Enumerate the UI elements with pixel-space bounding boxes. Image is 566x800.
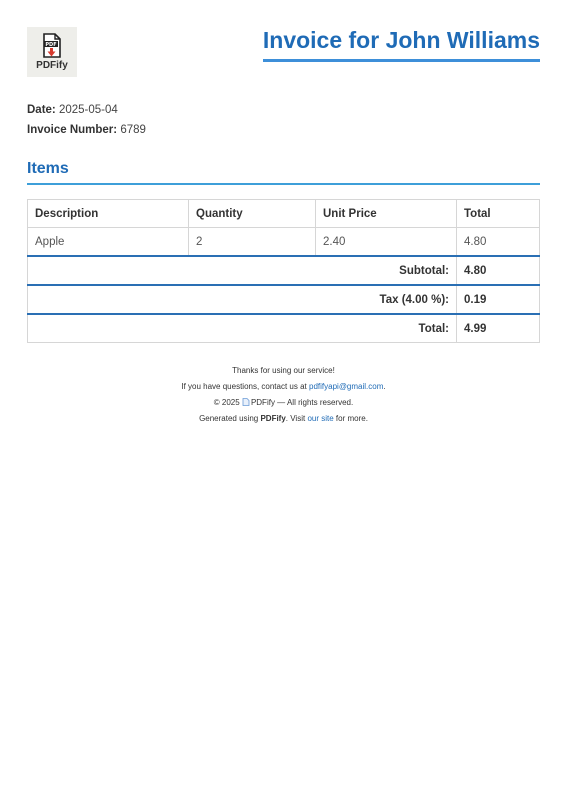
- items-table: Description Quantity Unit Price Total Ap…: [27, 199, 540, 343]
- invoice-number-label: Invoice Number:: [27, 124, 118, 136]
- total-value: 4.99: [456, 313, 540, 343]
- total-label: Total:: [27, 313, 457, 343]
- footer-contact: If you have questions, contact us at pdf…: [27, 379, 540, 395]
- footer-thanks: Thanks for using our service!: [232, 366, 335, 375]
- subtotal-value: 4.80: [456, 255, 540, 286]
- copyright-prefix: © 2025: [213, 398, 240, 407]
- generated-mid: . Visit: [285, 414, 306, 423]
- tax-value: 0.19: [456, 284, 540, 315]
- copyright-brand: PDFify: [250, 398, 275, 407]
- contact-email-link[interactable]: pdfifyapi@gmail.com: [309, 382, 383, 391]
- invoice-footer: Thanks for using our service! If you hav…: [27, 363, 540, 427]
- title-block: Invoice for John Williams: [262, 27, 540, 62]
- header-description: Description: [27, 199, 189, 228]
- footer-contact-prefix: If you have questions, contact us at: [181, 382, 307, 391]
- date-label: Date:: [27, 104, 56, 116]
- items-section-title: Items: [27, 159, 540, 185]
- invoice-number-line: Invoice Number: 6789: [27, 120, 540, 140]
- invoice-number-value: 6789: [120, 124, 146, 136]
- pdf-download-icon: PDF: [43, 33, 61, 58]
- total-row: Total: 4.99: [27, 313, 540, 343]
- table-header-row: Description Quantity Unit Price Total: [27, 199, 540, 228]
- header-total: Total: [456, 199, 540, 228]
- item-quantity: 2: [188, 227, 316, 257]
- tax-label: Tax (4.00 %):: [27, 284, 457, 315]
- item-description: Apple: [27, 227, 189, 257]
- header-quantity: Quantity: [188, 199, 316, 228]
- brand-logo: PDF PDFify: [27, 27, 77, 77]
- generated-brand: PDFify: [260, 414, 286, 423]
- tax-row: Tax (4.00 %): 0.19: [27, 284, 540, 315]
- item-total: 4.80: [456, 227, 540, 257]
- invoice-page: PDF PDFify Invoice for John Williams Dat…: [27, 27, 540, 427]
- copyright-suffix: — All rights reserved.: [277, 398, 354, 407]
- header-unit-price: Unit Price: [315, 199, 457, 228]
- site-link[interactable]: our site: [307, 414, 333, 423]
- generated-suffix: for more.: [335, 414, 368, 423]
- invoice-title: Invoice for John Williams: [262, 27, 540, 62]
- footer-contact-suffix: .: [383, 382, 386, 391]
- pdf-icon: [242, 398, 250, 406]
- subtotal-label: Subtotal:: [27, 255, 457, 286]
- invoice-meta: Date: 2025-05-04 Invoice Number: 6789: [27, 100, 540, 140]
- footer-copyright: © 2025 PDFify — All rights reserved.: [27, 395, 540, 411]
- table-row: Apple 2 2.40 4.80: [27, 227, 540, 257]
- svg-text:PDF: PDF: [45, 42, 56, 48]
- date-line: Date: 2025-05-04: [27, 100, 540, 120]
- item-unit-price: 2.40: [315, 227, 457, 257]
- generated-prefix: Generated using: [199, 414, 259, 423]
- subtotal-row: Subtotal: 4.80: [27, 255, 540, 286]
- date-value: 2025-05-04: [58, 104, 118, 116]
- footer-generated: Generated using PDFify. Visit our site f…: [27, 411, 540, 427]
- invoice-header: PDF PDFify Invoice for John Williams: [27, 27, 540, 77]
- brand-logo-text: PDFify: [36, 60, 68, 71]
